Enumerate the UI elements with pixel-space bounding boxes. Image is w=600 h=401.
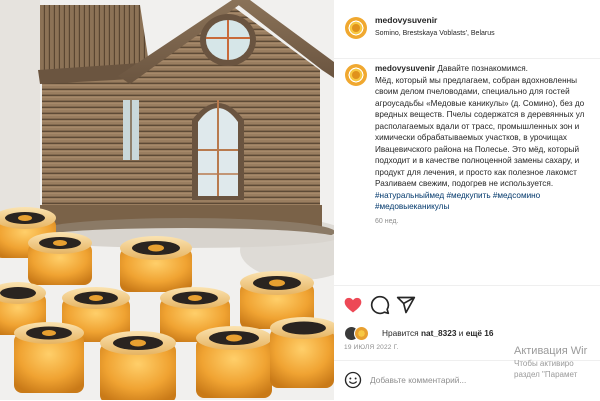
hashtag-links[interactable]: #натуральныймед #медкупить #медсомино bbox=[375, 190, 600, 202]
caption-line: подходит и в качестве полноценной замены… bbox=[375, 156, 580, 165]
comment-bar bbox=[334, 360, 600, 401]
likes-prefix: Нравится bbox=[382, 328, 419, 338]
post-age[interactable]: 60 нед. bbox=[375, 218, 398, 225]
likes-user[interactable]: nat_8323 bbox=[421, 328, 457, 338]
caption-line: вредных веществ. Пчелы содержатся в дере… bbox=[375, 110, 585, 119]
action-bar bbox=[334, 295, 600, 319]
caption-line: агроусадьбы «Медовые каникулы» (д. Сомин… bbox=[375, 98, 585, 108]
caption-line: своим делом пчеловодами, специально для … bbox=[375, 87, 570, 96]
caption-line: химически обрабатываемых участков, в уро… bbox=[375, 133, 567, 142]
likes-conj: и bbox=[458, 328, 464, 338]
post-header: medovysuvenir Somino, Brestskaya Voblast… bbox=[334, 0, 600, 59]
likes-text: Нравится nat_8323 и ещё 16 bbox=[382, 328, 494, 338]
caption-line: располагаемых вдали от трасс, промышленн… bbox=[375, 121, 580, 131]
caption-line: продукт для лечения, и просто как полезн… bbox=[375, 167, 577, 177]
post-date[interactable]: 19 ИЮЛЯ 2022 Г. bbox=[344, 344, 399, 351]
likes-count[interactable]: ещё 16 bbox=[466, 328, 494, 338]
caption-username[interactable]: medovysuvenir bbox=[375, 64, 435, 73]
post-sidebar: medovysuvenir Somino, Brestskaya Voblast… bbox=[334, 0, 600, 400]
comment-icon[interactable] bbox=[370, 295, 390, 315]
heart-icon[interactable] bbox=[343, 295, 363, 315]
caption-line: Давайте познакомимся. bbox=[437, 64, 528, 73]
caption-line: Ивацевичского района на Полесье. Это мёд… bbox=[375, 144, 580, 154]
post-caption: medovysuvenir Давайте познакомимся. Мёд,… bbox=[375, 63, 600, 213]
post-photo[interactable] bbox=[0, 0, 334, 400]
divider bbox=[334, 285, 600, 286]
avatar[interactable] bbox=[345, 17, 367, 39]
post-location[interactable]: Somino, Brestskaya Voblasts', Belarus bbox=[375, 30, 495, 37]
hashtag-links[interactable]: #медовыеканикулы bbox=[375, 201, 600, 213]
caption-line: Мёд, который мы предлагаем, собран вдохн… bbox=[375, 75, 578, 85]
caption-line: Разливаем свежим, подогрев не использует… bbox=[375, 179, 554, 188]
emoji-icon[interactable] bbox=[344, 371, 362, 389]
post-username[interactable]: medovysuvenir bbox=[375, 15, 437, 25]
share-icon[interactable] bbox=[396, 295, 416, 315]
caption-avatar[interactable] bbox=[345, 64, 367, 86]
honey-house-photo bbox=[0, 0, 334, 400]
watermark-title: Активация Wir bbox=[514, 345, 588, 357]
avatar bbox=[354, 326, 369, 341]
comment-input[interactable] bbox=[370, 371, 520, 389]
